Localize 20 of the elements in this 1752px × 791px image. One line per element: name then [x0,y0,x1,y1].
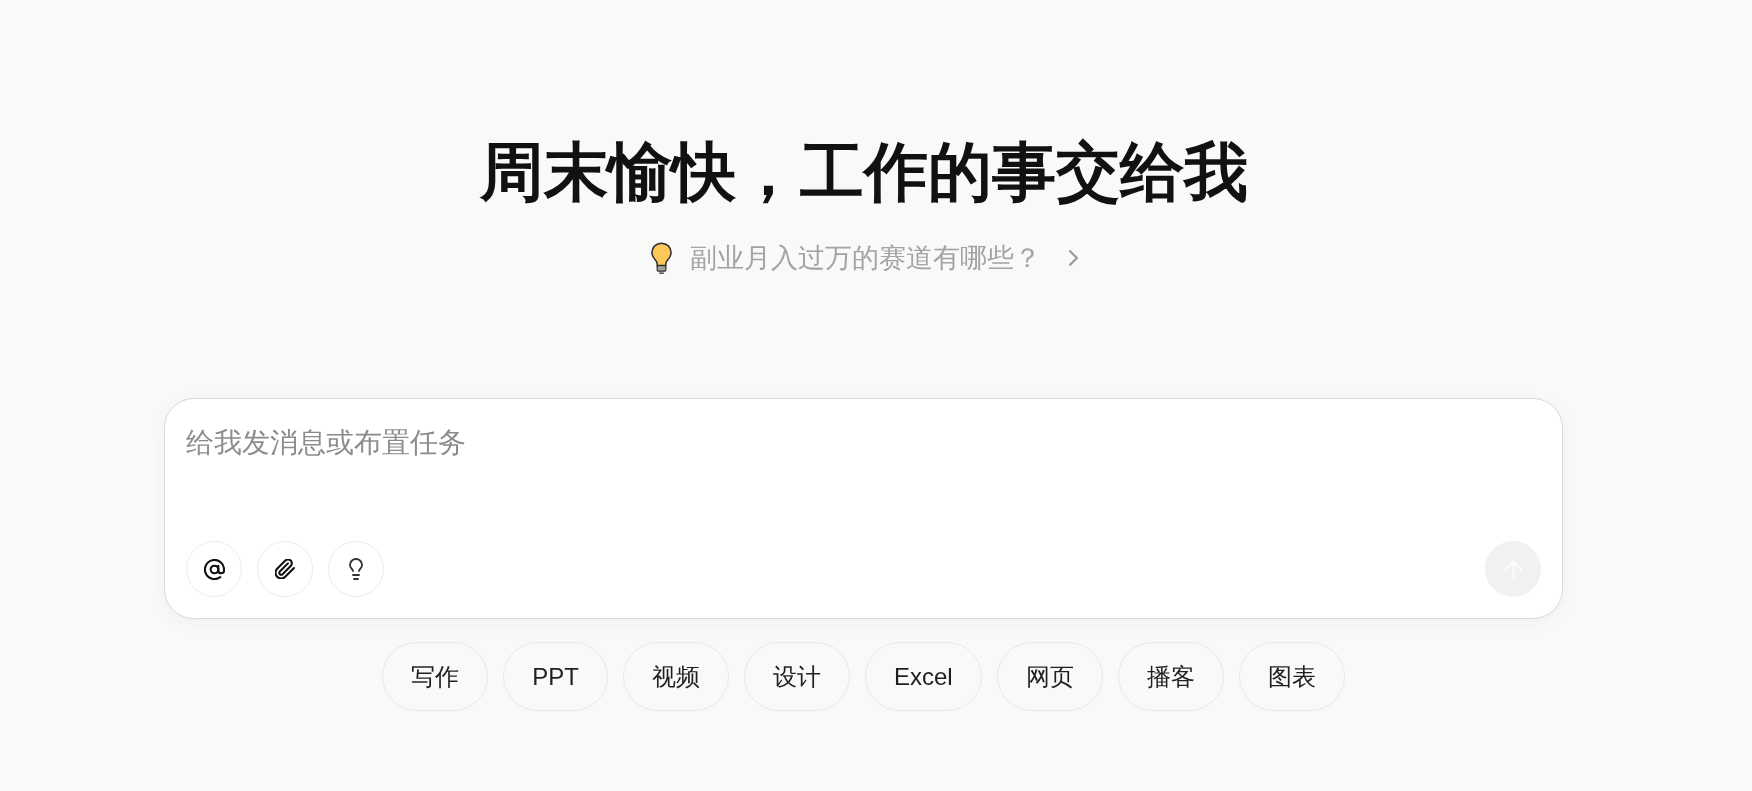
shortcut-chip[interactable]: 写作 [382,642,489,711]
lightbulb-outline-icon [349,558,363,580]
shortcut-chip[interactable]: Excel [865,642,982,711]
page-title: 周末愉快，工作的事交给我 [479,136,1248,210]
lightbulb-icon [649,242,673,274]
shortcut-chip[interactable]: 播客 [1117,642,1224,711]
idea-button[interactable] [328,541,384,597]
shortcut-chip[interactable]: 网页 [996,642,1103,711]
message-composer[interactable]: 给我发消息或布置任务 [164,398,1563,619]
paperclip-icon [275,559,295,579]
shortcut-chip[interactable]: PPT [503,642,608,711]
at-sign-icon [203,558,225,580]
shortcut-chip[interactable]: 设计 [744,642,850,711]
shortcut-chip[interactable]: 视频 [623,642,729,711]
mention-button[interactable] [186,541,242,597]
shortcut-chip[interactable]: 图表 [1238,642,1345,711]
message-input[interactable]: 给我发消息或布置任务 [186,423,1541,541]
chevron-right-icon [1068,250,1078,266]
suggestion-text: 副业月入过万的赛道有哪些？ [689,242,1041,275]
attach-button[interactable] [257,541,313,597]
